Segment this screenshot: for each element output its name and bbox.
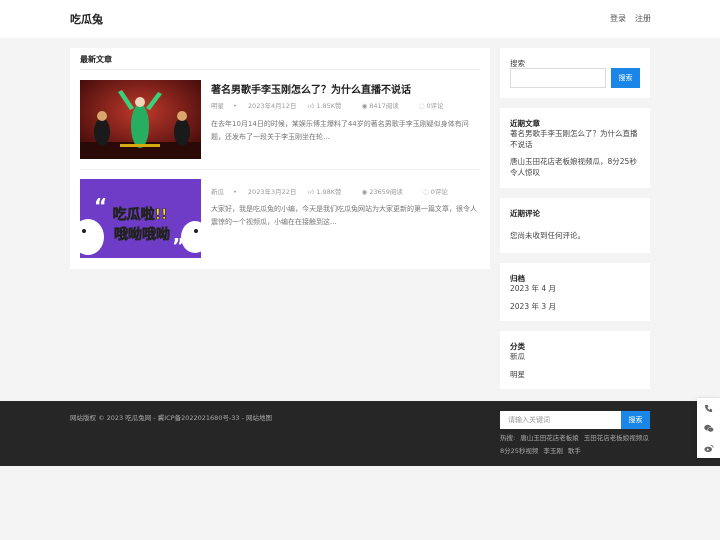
- hot-search-list: 热搜: 唐山玉田花店老板娘 玉田花店老板娘视频瓜 8分25秒视频 李玉刚 歌手: [500, 432, 655, 458]
- post-title[interactable]: 著名男歌手李玉刚怎么了？为什么直播不说话: [211, 81, 411, 96]
- like-count: 👍︎ 1.98K赞: [307, 188, 342, 196]
- empty-comments-text: 您尚未收到任何评论。: [510, 231, 585, 240]
- hot-search-label: 热搜:: [500, 434, 516, 442]
- search-widget: 搜索 搜索: [500, 48, 650, 98]
- hot-search-link[interactable]: 歌手: [568, 447, 581, 455]
- meta-dot: •: [233, 102, 237, 110]
- hot-search-link[interactable]: 李玉刚: [543, 447, 563, 455]
- weibo-icon[interactable]: [697, 438, 720, 458]
- floating-contact-bar: [697, 398, 720, 458]
- recent-post-link[interactable]: 唐山玉田花店老板娘视频瓜，8分25秒令人惊叹: [510, 156, 642, 178]
- section-title: 最新文章: [80, 55, 112, 64]
- svg-text:“: “: [94, 194, 107, 218]
- search-input[interactable]: [510, 68, 606, 88]
- archive-link[interactable]: 2023 年 4 月: [510, 283, 642, 294]
- like-count: 👍︎ 1.85K赞: [307, 102, 342, 110]
- post-date: 2023年4月12日: [247, 102, 297, 110]
- post-date: 2023年3月22日: [247, 188, 297, 196]
- svg-text:”: ”: [172, 234, 185, 258]
- category-link[interactable]: 明星: [510, 369, 642, 380]
- category-link[interactable]: 新瓜: [510, 351, 642, 362]
- hot-search-link[interactable]: 唐山玉田花店老板娘: [520, 434, 579, 442]
- archives-widget: 归档 2023 年 4 月 2023 年 3 月: [500, 263, 650, 321]
- register-link[interactable]: 注册: [635, 13, 651, 24]
- footer-search-input[interactable]: 请输入关键词: [500, 411, 621, 429]
- comment-count: ◌ 0评论: [418, 102, 444, 110]
- hot-search-link[interactable]: 玉田花店老板娘视频瓜: [584, 434, 649, 442]
- meta-dot: •: [233, 188, 237, 196]
- recent-posts-widget: 近期文章 著名男歌手李玉刚怎么了？为什么直播不说话 唐山玉田花店老板娘视频瓜，8…: [500, 108, 650, 188]
- divider: [80, 169, 480, 170]
- post-meta: 明星 • 2023年4月12日 👍︎ 1.85K赞 ◉ 8417阅读 ◌ 0评论: [211, 100, 462, 110]
- eye-icon: ◉: [361, 102, 368, 110]
- thumb-text: 吃瓜啦!!: [113, 206, 168, 223]
- comment-icon: ◌: [423, 188, 429, 196]
- wechat-icon[interactable]: [697, 418, 720, 438]
- site-logo[interactable]: 吃瓜兔: [70, 11, 103, 27]
- comment-icon: ◌: [418, 102, 425, 110]
- view-count: ◉ 23659阅读: [361, 188, 403, 196]
- post-thumbnail[interactable]: “ 吃瓜啦!! 哦呦哦呦 ”: [80, 179, 201, 258]
- recent-comments-widget: 近期评论 您尚未收到任何评论。: [500, 198, 650, 253]
- thumbs-up-icon: 👍︎: [307, 102, 315, 110]
- thumbs-up-icon: 👍︎: [307, 188, 315, 196]
- widget-title: 近期评论: [510, 209, 540, 218]
- top-header: 吃瓜兔 登录 注册: [0, 0, 720, 38]
- categories-widget: 分类 新瓜 明星: [500, 331, 650, 389]
- post-category[interactable]: 新瓜: [211, 188, 224, 196]
- comment-count: ◌ 0评论: [423, 188, 448, 196]
- post-meta: 新瓜 • 2023年3月22日 👍︎ 1.98K赞 ◉ 23659阅读 ◌ 0评论: [211, 186, 466, 196]
- phone-icon[interactable]: [697, 398, 720, 418]
- footer-search-button[interactable]: 搜索: [621, 411, 650, 429]
- post-category[interactable]: 明星: [211, 102, 224, 110]
- copyright-text: 网站版权 © 2023 吃瓜兔网 - 冀ICP备2022021680号-33 -…: [70, 414, 273, 422]
- latest-articles-card: 最新文章 著名男歌手李玉刚怎么了？为什么直播不说话 明星 • 2023年4月12…: [70, 48, 490, 269]
- search-button[interactable]: 搜索: [611, 68, 640, 88]
- recent-post-link[interactable]: 著名男歌手李玉刚怎么了？为什么直播不说话: [510, 128, 642, 150]
- post-excerpt: 在去年10月14日的时候，某娱乐博主爆料了44岁的著名男歌手李玉刚疑似身体有问题…: [211, 120, 469, 141]
- post-excerpt: 大家好，我是吃瓜兔的小编，今天是我们吃瓜兔网站为大家更新的第一篇文章，很令人震惊…: [211, 205, 477, 226]
- stage-performance-image: [80, 80, 201, 159]
- chigua-banner-image: “ 吃瓜啦!! 哦呦哦呦 ”: [80, 179, 201, 258]
- divider: [80, 69, 480, 70]
- archive-link[interactable]: 2023 年 3 月: [510, 301, 642, 312]
- thumb-text: 哦呦哦呦: [114, 226, 170, 243]
- site-footer: 网站版权 © 2023 吃瓜兔网 - 冀ICP备2022021680号-33 -…: [0, 401, 720, 466]
- view-count: ◉ 8417阅读: [361, 102, 399, 110]
- hot-search-link[interactable]: 8分25秒视频: [500, 447, 538, 455]
- post-thumbnail[interactable]: [80, 80, 201, 159]
- login-link[interactable]: 登录: [610, 13, 626, 24]
- eye-icon: ◉: [361, 188, 368, 196]
